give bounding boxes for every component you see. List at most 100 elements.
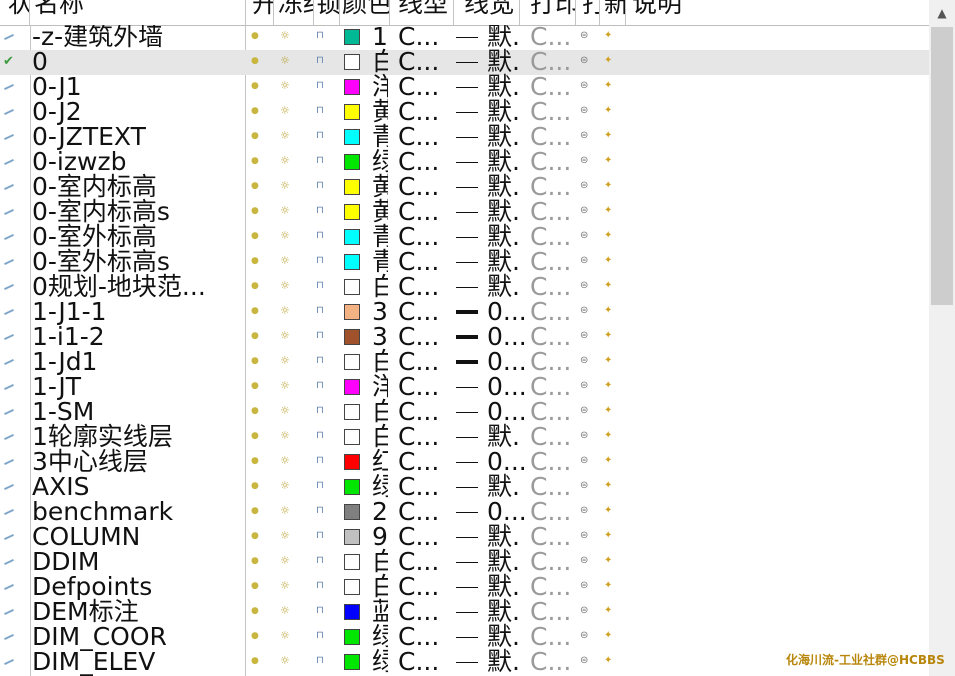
- lineweight-value[interactable]: 默.: [487, 98, 520, 125]
- color-swatch[interactable]: [344, 579, 360, 595]
- pencil-icon[interactable]: [3, 281, 15, 293]
- lineweight-value[interactable]: 默.: [487, 223, 520, 250]
- layer-row[interactable]: 1-i1-2 ● ☼ ⊓ 3 C... 0... C... ⊜ ✦: [0, 323, 929, 350]
- printer-icon[interactable]: ⊜: [580, 54, 588, 68]
- bulb-icon[interactable]: ●: [251, 54, 259, 68]
- sun-icon[interactable]: ☼: [280, 104, 290, 118]
- lineweight-value[interactable]: 0...: [487, 498, 527, 525]
- lineweight-value[interactable]: 0...: [487, 298, 527, 325]
- layer-name[interactable]: 0-izwzb: [32, 148, 126, 175]
- lineweight-value[interactable]: 默.: [487, 248, 520, 275]
- unlock-icon[interactable]: ⊓: [316, 154, 324, 168]
- linetype-name[interactable]: C...: [398, 373, 439, 400]
- lineweight-value[interactable]: 0...: [487, 398, 527, 425]
- color-swatch[interactable]: [344, 129, 360, 145]
- viewport-freeze-icon[interactable]: ✦: [604, 54, 612, 68]
- layer-row[interactable]: 1-JT ● ☼ ⊓ 洋 C... 0... C... ⊜ ✦: [0, 373, 929, 400]
- linetype-name[interactable]: C...: [398, 473, 439, 500]
- color-name[interactable]: 红: [372, 448, 388, 475]
- layer-row[interactable]: ✔ 0 ● ☼ ⊓ 白 C... 默. C... ⊜ ✦: [0, 48, 929, 75]
- pencil-icon[interactable]: [3, 631, 15, 643]
- printer-icon[interactable]: ⊜: [580, 329, 588, 343]
- column-freeze[interactable]: 冻结: [274, 0, 314, 25]
- linetype-name[interactable]: C...: [398, 623, 439, 650]
- linetype-name[interactable]: C...: [398, 548, 439, 575]
- unlock-icon[interactable]: ⊓: [316, 529, 324, 543]
- linetype-name[interactable]: C...: [398, 173, 439, 200]
- pencil-icon[interactable]: [3, 106, 15, 118]
- color-name[interactable]: 白: [372, 548, 388, 575]
- layer-name[interactable]: 1轮廓实线层: [32, 423, 173, 450]
- pencil-icon[interactable]: [3, 481, 15, 493]
- color-name[interactable]: 洋: [372, 373, 388, 400]
- color-swatch[interactable]: [344, 504, 360, 520]
- layer-name[interactable]: 1-J1-1: [32, 298, 107, 325]
- bulb-icon[interactable]: ●: [251, 29, 259, 43]
- color-name[interactable]: 青: [372, 123, 388, 150]
- column-name[interactable]: 名称: [30, 0, 246, 25]
- pencil-icon[interactable]: [3, 356, 15, 368]
- color-name[interactable]: 绿: [372, 473, 388, 500]
- color-name[interactable]: 2: [372, 498, 388, 525]
- color-name[interactable]: 绿: [372, 648, 388, 675]
- printer-icon[interactable]: ⊜: [580, 454, 588, 468]
- pencil-icon[interactable]: [3, 606, 15, 618]
- plot-style[interactable]: C...: [530, 73, 571, 100]
- color-swatch[interactable]: [344, 329, 360, 345]
- unlock-icon[interactable]: ⊓: [316, 104, 324, 118]
- lineweight-value[interactable]: 0...: [487, 448, 527, 475]
- color-swatch[interactable]: [344, 304, 360, 320]
- sun-icon[interactable]: ☼: [280, 429, 290, 443]
- linetype-name[interactable]: C...: [398, 248, 439, 275]
- sun-icon[interactable]: ☼: [280, 279, 290, 293]
- bulb-icon[interactable]: ●: [251, 304, 259, 318]
- lineweight-value[interactable]: 默.: [487, 198, 520, 225]
- layer-row[interactable]: -z-建筑外墙 ● ☼ ⊓ 1 C... 默. C... ⊜ ✦: [0, 25, 929, 50]
- printer-icon[interactable]: ⊜: [580, 104, 588, 118]
- linetype-name[interactable]: C...: [398, 148, 439, 175]
- unlock-icon[interactable]: ⊓: [316, 79, 324, 93]
- layer-name[interactable]: 0-室内标高: [32, 173, 157, 200]
- unlock-icon[interactable]: ⊓: [316, 429, 324, 443]
- color-swatch[interactable]: [344, 554, 360, 570]
- linetype-name[interactable]: C...: [398, 48, 439, 75]
- unlock-icon[interactable]: ⊓: [316, 279, 324, 293]
- color-name[interactable]: 绿: [372, 148, 388, 175]
- sun-icon[interactable]: ☼: [280, 229, 290, 243]
- color-swatch[interactable]: [344, 654, 360, 670]
- unlock-icon[interactable]: ⊓: [316, 654, 324, 668]
- lineweight-value[interactable]: 默.: [487, 48, 520, 75]
- plot-style[interactable]: C...: [530, 398, 571, 425]
- printer-icon[interactable]: ⊜: [580, 254, 588, 268]
- color-name[interactable]: 3: [372, 298, 388, 325]
- sun-icon[interactable]: ☼: [280, 204, 290, 218]
- viewport-freeze-icon[interactable]: ✦: [604, 129, 612, 143]
- lineweight-value[interactable]: 默.: [487, 148, 520, 175]
- viewport-freeze-icon[interactable]: ✦: [604, 654, 612, 668]
- color-name[interactable]: 黄: [372, 173, 388, 200]
- plot-style[interactable]: C...: [530, 548, 571, 575]
- color-name[interactable]: 白: [372, 48, 388, 75]
- printer-icon[interactable]: ⊜: [580, 479, 588, 493]
- column-description[interactable]: 说明: [626, 0, 929, 25]
- color-swatch[interactable]: [344, 379, 360, 395]
- color-swatch[interactable]: [344, 454, 360, 470]
- color-swatch[interactable]: [344, 479, 360, 495]
- bulb-icon[interactable]: ●: [251, 204, 259, 218]
- color-swatch[interactable]: [344, 54, 360, 70]
- linetype-name[interactable]: C...: [398, 573, 439, 600]
- color-swatch[interactable]: [344, 429, 360, 445]
- plot-style[interactable]: C...: [530, 48, 571, 75]
- pencil-icon[interactable]: [3, 381, 15, 393]
- pencil-icon[interactable]: [3, 531, 15, 543]
- plot-style[interactable]: C...: [530, 598, 571, 625]
- lineweight-value[interactable]: 默.: [487, 523, 520, 550]
- unlock-icon[interactable]: ⊓: [316, 354, 324, 368]
- plot-style[interactable]: C...: [530, 248, 571, 275]
- pencil-icon[interactable]: [3, 431, 15, 443]
- color-swatch[interactable]: [344, 404, 360, 420]
- linetype-name[interactable]: C...: [398, 198, 439, 225]
- viewport-freeze-icon[interactable]: ✦: [604, 329, 612, 343]
- lineweight-value[interactable]: 默.: [487, 548, 520, 575]
- color-name[interactable]: 黄: [372, 198, 388, 225]
